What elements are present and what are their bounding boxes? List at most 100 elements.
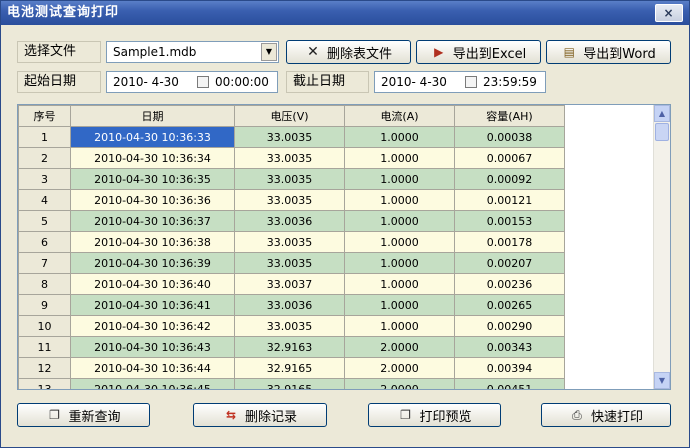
cell-voltage[interactable]: 33.0035 (234, 231, 345, 253)
cell-current[interactable]: 1.0000 (344, 189, 455, 211)
cell-date[interactable]: 2010-04-30 10:36:36 (70, 189, 235, 211)
delete-table-button[interactable]: ✕ 删除表文件 (286, 40, 411, 64)
cell-voltage[interactable]: 33.0036 (234, 210, 345, 232)
cell-current[interactable]: 1.0000 (344, 231, 455, 253)
quick-print-button[interactable]: ⎙ 快速打印 (541, 403, 671, 427)
cell-capacity[interactable]: 0.00207 (454, 252, 565, 274)
cell-current[interactable]: 2.0000 (344, 357, 455, 379)
table-row[interactable]: 7 2010-04-30 10:36:39 33.0035 1.0000 0.00207 (18, 252, 565, 274)
cell-date[interactable]: 2010-04-30 10:36:44 (70, 357, 235, 379)
cell-capacity[interactable]: 0.00290 (454, 315, 565, 337)
cell-index[interactable]: 12 (18, 357, 71, 379)
start-time-value[interactable]: 00:00:00 (215, 72, 269, 92)
cell-index[interactable]: 7 (18, 252, 71, 274)
table-row[interactable]: 2 2010-04-30 10:36:34 33.0035 1.0000 0.00067 (18, 147, 565, 169)
export-word-button[interactable]: ▤ 导出到Word (546, 40, 671, 64)
table-row[interactable]: 6 2010-04-30 10:36:38 33.0035 1.0000 0.00178 (18, 231, 565, 253)
print-preview-button[interactable]: ❐ 打印预览 (368, 403, 501, 427)
table-row[interactable]: 11 2010-04-30 10:36:43 32.9163 2.0000 0.0034… (18, 336, 565, 358)
cell-capacity[interactable]: 0.00067 (454, 147, 565, 169)
cell-capacity[interactable]: 0.00178 (454, 231, 565, 253)
cell-current[interactable]: 2.0000 (344, 378, 455, 389)
table-row[interactable]: 9 2010-04-30 10:36:41 33.0036 1.0000 0.00265 (18, 294, 565, 316)
scroll-down-arrow-icon[interactable]: ▼ (654, 372, 670, 389)
cell-voltage[interactable]: 33.0036 (234, 294, 345, 316)
cell-voltage[interactable]: 32.9165 (234, 378, 345, 389)
cell-capacity[interactable]: 0.00451 (454, 378, 565, 389)
cell-index[interactable]: 6 (18, 231, 71, 253)
cell-index[interactable]: 8 (18, 273, 71, 295)
cell-capacity[interactable]: 0.00265 (454, 294, 565, 316)
cell-index[interactable]: 1 (18, 126, 71, 148)
cell-voltage[interactable]: 33.0035 (234, 315, 345, 337)
cell-capacity[interactable]: 0.00092 (454, 168, 565, 190)
cell-current[interactable]: 1.0000 (344, 294, 455, 316)
table-row[interactable]: 3 2010-04-30 10:36:35 33.0035 1.0000 0.00092 (18, 168, 565, 190)
cell-index[interactable]: 5 (18, 210, 71, 232)
start-datetime-field[interactable]: 2010- 4-30 00:00:00 (106, 71, 278, 93)
column-header-index[interactable]: 序号 (18, 105, 71, 127)
cell-date[interactable]: 2010-04-30 10:36:34 (70, 147, 235, 169)
cell-capacity[interactable]: 0.00153 (454, 210, 565, 232)
cell-current[interactable]: 1.0000 (344, 126, 455, 148)
end-date-checkbox[interactable] (465, 76, 477, 88)
cell-capacity[interactable]: 0.00343 (454, 336, 565, 358)
scroll-thumb[interactable] (655, 123, 669, 141)
cell-index[interactable]: 11 (18, 336, 71, 358)
cell-current[interactable]: 1.0000 (344, 147, 455, 169)
end-time-value[interactable]: 23:59:59 (483, 72, 537, 92)
cell-voltage[interactable]: 33.0035 (234, 252, 345, 274)
table-row[interactable]: 8 2010-04-30 10:36:40 33.0037 1.0000 0.00236 (18, 273, 565, 295)
cell-voltage[interactable]: 33.0035 (234, 189, 345, 211)
cell-date[interactable]: 2010-04-30 10:36:37 (70, 210, 235, 232)
cell-index[interactable]: 2 (18, 147, 71, 169)
cell-date[interactable]: 2010-04-30 10:36:33 (70, 126, 235, 148)
scroll-up-arrow-icon[interactable]: ▲ (654, 105, 670, 122)
cell-current[interactable]: 2.0000 (344, 336, 455, 358)
column-header-voltage[interactable]: 电压(V) (234, 105, 345, 127)
cell-voltage[interactable]: 33.0037 (234, 273, 345, 295)
cell-date[interactable]: 2010-04-30 10:36:38 (70, 231, 235, 253)
column-header-current[interactable]: 电流(A) (344, 105, 455, 127)
cell-voltage[interactable]: 33.0035 (234, 168, 345, 190)
chevron-down-icon[interactable]: ▼ (261, 43, 277, 61)
cell-date[interactable]: 2010-04-30 10:36:43 (70, 336, 235, 358)
table-row[interactable]: 1 2010-04-30 10:36:33 33.0035 1.0000 0.00038 (18, 126, 565, 148)
table-row[interactable]: 13 2010-04-30 10:36:45 32.9165 2.0000 0.0045… (18, 378, 565, 389)
table-row[interactable]: 12 2010-04-30 10:36:44 32.9165 2.0000 0.0039… (18, 357, 565, 379)
export-excel-button[interactable]: ▶ 导出到Excel (416, 40, 541, 64)
close-button[interactable]: × (655, 4, 683, 22)
cell-voltage[interactable]: 32.9163 (234, 336, 345, 358)
cell-date[interactable]: 2010-04-30 10:36:45 (70, 378, 235, 389)
end-datetime-field[interactable]: 2010- 4-30 23:59:59 (374, 71, 546, 93)
requery-button[interactable]: ❐ 重新查询 (17, 403, 150, 427)
cell-voltage[interactable]: 33.0035 (234, 126, 345, 148)
table-row[interactable]: 10 2010-04-30 10:36:42 33.0035 1.0000 0.0029… (18, 315, 565, 337)
cell-voltage[interactable]: 32.9165 (234, 357, 345, 379)
delete-record-button[interactable]: ⇆ 删除记录 (193, 403, 327, 427)
cell-date[interactable]: 2010-04-30 10:36:41 (70, 294, 235, 316)
cell-capacity[interactable]: 0.00394 (454, 357, 565, 379)
vertical-scrollbar[interactable]: ▲ ▼ (653, 105, 670, 389)
file-select[interactable]: Sample1.mdb ▼ (106, 41, 279, 63)
cell-date[interactable]: 2010-04-30 10:36:39 (70, 252, 235, 274)
cell-voltage[interactable]: 33.0035 (234, 147, 345, 169)
cell-current[interactable]: 1.0000 (344, 252, 455, 274)
cell-current[interactable]: 1.0000 (344, 315, 455, 337)
cell-date[interactable]: 2010-04-30 10:36:42 (70, 315, 235, 337)
cell-date[interactable]: 2010-04-30 10:36:40 (70, 273, 235, 295)
column-header-date[interactable]: 日期 (70, 105, 235, 127)
cell-current[interactable]: 1.0000 (344, 210, 455, 232)
cell-index[interactable]: 4 (18, 189, 71, 211)
table-row[interactable]: 4 2010-04-30 10:36:36 33.0035 1.0000 0.00121 (18, 189, 565, 211)
cell-index[interactable]: 9 (18, 294, 71, 316)
cell-current[interactable]: 1.0000 (344, 168, 455, 190)
cell-index[interactable]: 13 (18, 378, 71, 389)
table-row[interactable]: 5 2010-04-30 10:36:37 33.0036 1.0000 0.00153 (18, 210, 565, 232)
cell-capacity[interactable]: 0.00236 (454, 273, 565, 295)
cell-current[interactable]: 1.0000 (344, 273, 455, 295)
start-date-checkbox[interactable] (197, 76, 209, 88)
cell-index[interactable]: 10 (18, 315, 71, 337)
column-header-capacity[interactable]: 容量(AH) (454, 105, 565, 127)
cell-capacity[interactable]: 0.00038 (454, 126, 565, 148)
